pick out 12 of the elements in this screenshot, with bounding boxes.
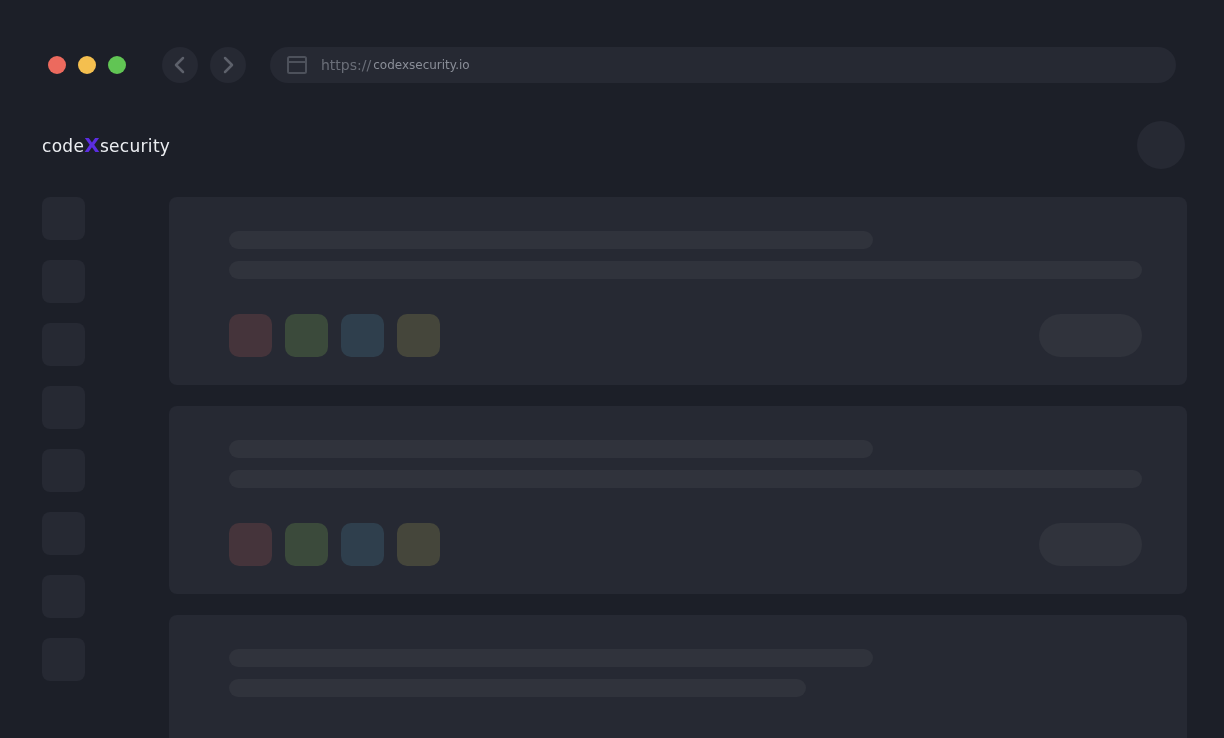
minimize-window-dot[interactable] (78, 56, 96, 74)
logo: codeXsecurity (42, 133, 171, 157)
close-window-dot[interactable] (48, 56, 66, 74)
address-bar[interactable]: https://codexsecurity.io (270, 47, 1176, 83)
chevron-right-icon (221, 55, 235, 75)
maximize-window-dot[interactable] (108, 56, 126, 74)
browser-window-icon (287, 56, 307, 74)
url-scheme: https:// (321, 57, 372, 73)
url-host: codexsecurity.io (373, 58, 470, 72)
back-button[interactable] (162, 47, 198, 83)
forward-button[interactable] (210, 47, 246, 83)
chevron-left-icon (173, 55, 187, 75)
